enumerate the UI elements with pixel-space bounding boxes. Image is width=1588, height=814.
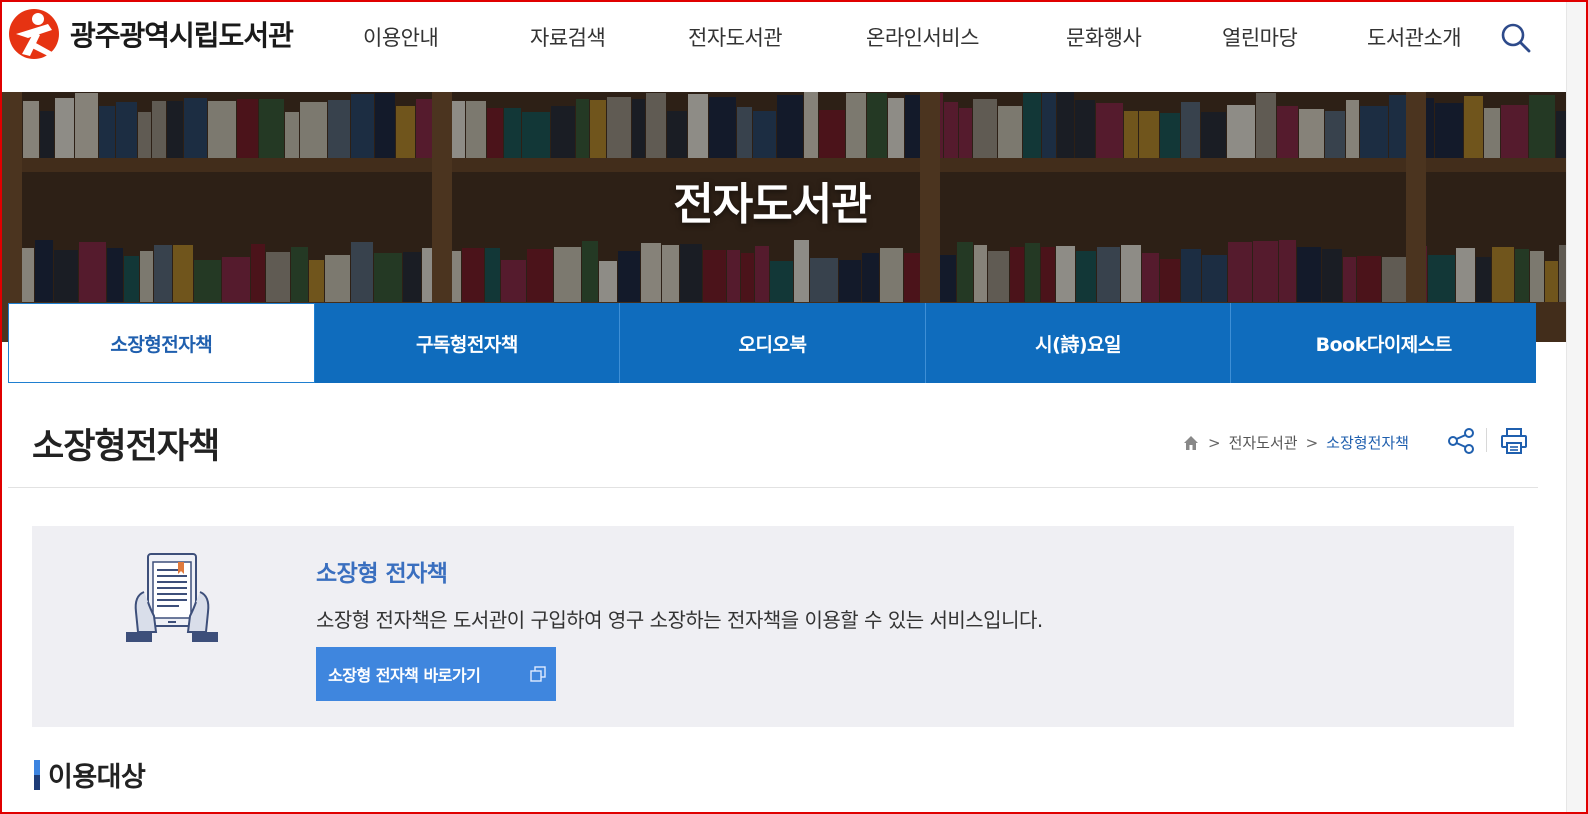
nav-item-usage-guide[interactable]: 이용안내 (363, 22, 439, 52)
breadcrumb-e-library[interactable]: 전자도서관 (1229, 432, 1298, 453)
search-icon[interactable] (1498, 20, 1534, 56)
breadcrumb-separator: > (1305, 433, 1319, 452)
share-icon[interactable] (1446, 426, 1476, 456)
tab-book-digest[interactable]: Book다이제스트 (1231, 303, 1536, 383)
page-title: 소장형전자책 (32, 427, 220, 467)
logo-mark-icon (9, 9, 59, 59)
hero-title: 전자도서관 (673, 179, 871, 230)
breadcrumb-current[interactable]: 소장형전자책 (1326, 432, 1409, 453)
site-logo[interactable]: 광주광역시립도서관 (8, 8, 294, 60)
external-link-icon (530, 666, 546, 682)
home-icon[interactable] (1182, 434, 1200, 452)
section-heading: 이용대상 (34, 755, 146, 794)
nav-item-about[interactable]: 도서관소개 (1367, 22, 1462, 52)
nav-item-search[interactable]: 자료검색 (530, 22, 606, 52)
go-to-owned-ebook-button[interactable]: 소장형 전자책 바로가기 (316, 647, 556, 701)
nav-item-online-service[interactable]: 온라인서비스 (866, 22, 979, 52)
info-title: 소장형 전자책 (316, 561, 448, 587)
nav-item-e-library[interactable]: 전자도서관 (688, 22, 783, 52)
breadcrumb: > 전자도서관 > 소장형전자책 (1182, 432, 1409, 453)
tablet-book-icon (126, 553, 218, 642)
info-description: 소장형 전자책은 도서관이 구입하여 영구 소장하는 전자책을 이용할 수 있는… (316, 608, 1043, 632)
go-to-owned-ebook-label: 소장형 전자책 바로가기 (328, 666, 481, 685)
sub-tabs: 소장형전자책 구독형전자책 오디오북 시(詩)요일 Book다이제스트 (8, 303, 1536, 383)
print-icon[interactable] (1499, 426, 1529, 456)
tab-poetry-day[interactable]: 시(詩)요일 (925, 303, 1232, 383)
nav-item-culture-events[interactable]: 문화행사 (1066, 22, 1142, 52)
section-heading-text: 이용대상 (48, 762, 146, 793)
logo-text: 광주광역시립도서관 (70, 19, 294, 52)
service-info-box: 소장형 전자책 소장형 전자책은 도서관이 구입하여 영구 소장하는 전자책을 … (32, 526, 1514, 727)
tab-owned-ebook[interactable]: 소장형전자책 (8, 303, 315, 383)
nav-item-open-forum[interactable]: 열린마당 (1222, 22, 1298, 52)
tab-subscription-ebook[interactable]: 구독형전자책 (314, 303, 621, 383)
tab-audiobook[interactable]: 오디오북 (620, 303, 926, 383)
page-scrollbar[interactable] (1566, 2, 1586, 812)
breadcrumb-separator: > (1208, 433, 1221, 452)
title-divider (8, 487, 1538, 488)
section-heading-marker (34, 759, 40, 790)
toolbar-divider (1486, 428, 1487, 452)
site-header: 광주광역시립도서관 이용안내 자료검색 전자도서관 온라인서비스 문화행사 열린… (2, 2, 1566, 92)
